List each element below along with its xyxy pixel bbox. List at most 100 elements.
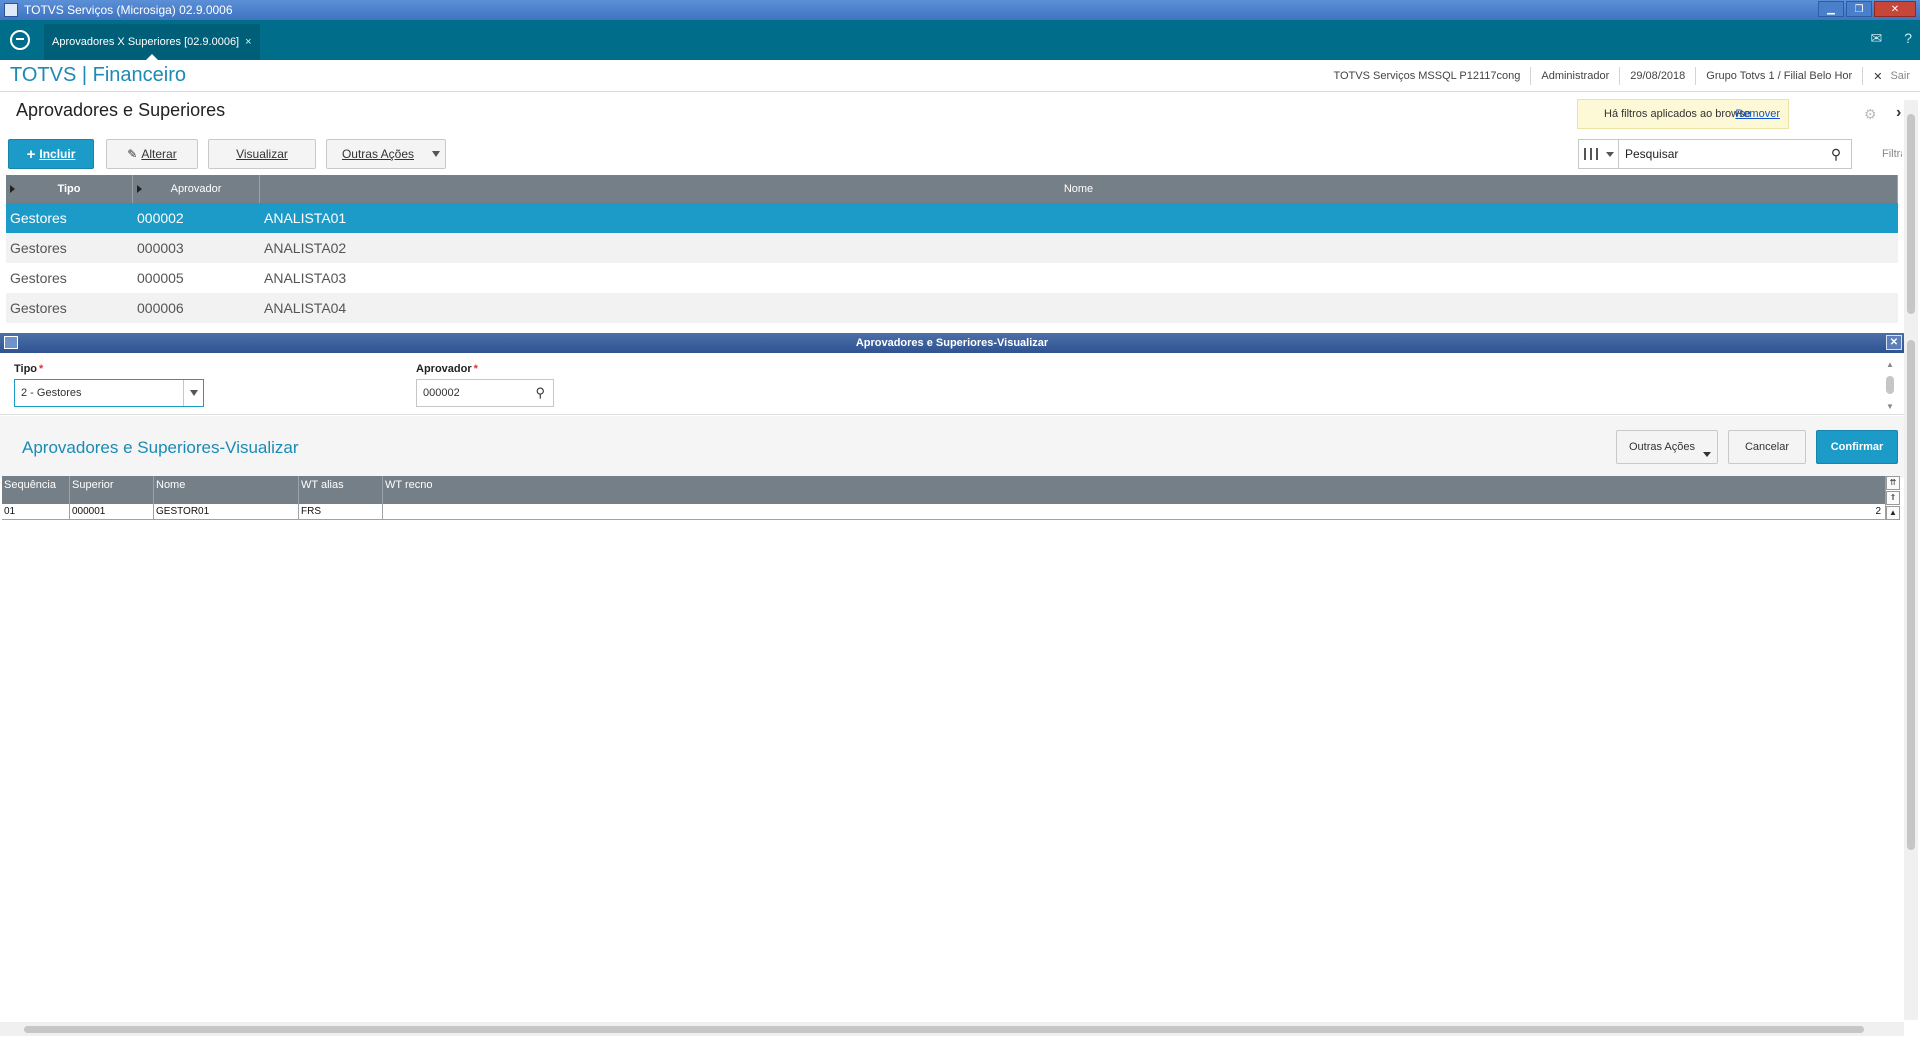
minimize-icon[interactable]: ▁ bbox=[1818, 1, 1844, 17]
cell-nome: ANALISTA03 bbox=[264, 270, 347, 286]
app-header: TOTVS | Financeiro TOTVS Serviços MSSQL … bbox=[0, 60, 1920, 92]
restore-icon[interactable]: ❐ bbox=[1846, 1, 1872, 17]
tipo-select[interactable]: 2 - Gestores bbox=[14, 379, 204, 407]
aprovador-field-value: 000002 bbox=[423, 387, 460, 399]
scroll-down-icon[interactable]: ▼ bbox=[1886, 402, 1894, 411]
app-icon bbox=[4, 3, 18, 17]
page-title: Aprovadores e Superiores bbox=[16, 100, 226, 120]
scroll-up-icon[interactable]: ▲ bbox=[1886, 506, 1900, 520]
exit-label: Sair bbox=[1890, 70, 1910, 82]
cell-aprovador: 000002 bbox=[137, 210, 184, 226]
cell-superior: 000001 bbox=[70, 504, 154, 519]
column-header-aprovador[interactable]: Aprovador bbox=[133, 175, 260, 203]
gear-icon[interactable]: ⚙ bbox=[1864, 106, 1877, 123]
table-row[interactable]: 01 000001 GESTOR01 FRS 2 bbox=[2, 504, 1886, 520]
columns-selector[interactable] bbox=[1579, 140, 1619, 168]
column-header-label: Nome bbox=[1063, 183, 1094, 195]
sort-arrow-icon bbox=[137, 185, 142, 193]
dialog-title-bar: Aprovadores e Superiores-Visualizar ✕ bbox=[0, 333, 1904, 353]
incluir-label: Incluir bbox=[39, 147, 76, 161]
window-icon bbox=[4, 336, 18, 349]
cell-aprovador: 000003 bbox=[137, 240, 184, 256]
column-header-wt-alias[interactable]: WT alias bbox=[299, 476, 383, 504]
dialog-outras-acoes-button[interactable]: Outras Ações bbox=[1616, 430, 1718, 464]
search-input[interactable]: Pesquisar bbox=[1619, 147, 1821, 161]
main-scrollbar[interactable] bbox=[1904, 330, 1918, 1020]
column-bar-icon bbox=[1595, 148, 1598, 160]
scroll-up-icon[interactable]: ▲ bbox=[1886, 360, 1894, 369]
tipo-select-value: 2 - Gestores bbox=[21, 387, 82, 399]
browse-grid: Tipo Aprovador Nome Gestores 000002 ANAL… bbox=[6, 175, 1898, 325]
browse-scrollbar[interactable] bbox=[1904, 100, 1918, 330]
header-info: TOTVS Serviços MSSQL P12117cong Administ… bbox=[1323, 60, 1920, 92]
scroll-thumb[interactable] bbox=[1886, 376, 1894, 394]
caret-down-icon bbox=[432, 151, 440, 157]
tipo-label-text: Tipo bbox=[14, 363, 38, 375]
chevron-down-icon bbox=[189, 390, 198, 396]
chevron-right-icon[interactable]: › bbox=[1896, 104, 1901, 122]
cancelar-label: Cancelar bbox=[1744, 441, 1790, 453]
browse-grid-header: Tipo Aprovador Nome bbox=[6, 175, 1898, 203]
search-icon[interactable]: ⚲ bbox=[1821, 146, 1851, 163]
outras-acoes-button[interactable]: Outras Ações bbox=[326, 139, 446, 169]
help-icon[interactable]: ? bbox=[1904, 30, 1912, 47]
date-info: 29/08/2018 bbox=[1619, 67, 1695, 85]
cell-nome: GESTOR01 bbox=[154, 504, 299, 519]
scroll-thumb[interactable] bbox=[24, 1026, 1864, 1033]
filter-label[interactable]: Filtrar bbox=[1882, 148, 1902, 160]
tipo-label: Tipo * bbox=[14, 363, 43, 375]
alterar-button[interactable]: ✎ Alterar bbox=[106, 139, 198, 169]
aprovador-label-text: Aprovador bbox=[416, 363, 472, 375]
visualizar-label: Visualizar bbox=[236, 147, 288, 161]
incluir-button[interactable]: + Incluir bbox=[8, 139, 94, 169]
mail-icon[interactable]: ✉ bbox=[1870, 30, 1882, 47]
table-row[interactable]: Gestores 000006 ANALISTA04 bbox=[6, 293, 1898, 323]
alterar-label: Alterar bbox=[141, 147, 177, 161]
cell-aprovador: 000005 bbox=[137, 270, 184, 286]
cell-nome: ANALISTA04 bbox=[264, 300, 347, 316]
page-up-icon[interactable]: ⇑ bbox=[1886, 491, 1900, 505]
search-icon[interactable]: ⚲ bbox=[535, 385, 545, 401]
table-row[interactable]: Gestores 000002 ANALISTA01 bbox=[6, 203, 1898, 233]
column-header-label: Aprovador bbox=[170, 183, 222, 195]
aprovador-field[interactable]: 000002 ⚲ bbox=[416, 379, 554, 407]
column-header-tipo[interactable]: Tipo bbox=[6, 175, 133, 203]
dropdown-button[interactable] bbox=[183, 380, 203, 406]
table-row[interactable]: Gestores 000003 ANALISTA02 bbox=[6, 233, 1898, 263]
window-title-bar: TOTVS Serviços (Microsiga) 02.9.0006 ▁ ❐… bbox=[0, 0, 1920, 20]
scroll-thumb[interactable] bbox=[1907, 114, 1915, 314]
exit-button[interactable]: ✕ Sair bbox=[1862, 67, 1920, 85]
column-header-nome[interactable]: Nome bbox=[260, 175, 1898, 203]
dialog-subtitle: Aprovadores e Superiores-Visualizar bbox=[22, 438, 299, 457]
column-header-wt-recno[interactable]: WT recno bbox=[383, 476, 1886, 504]
user-info: Administrador bbox=[1530, 67, 1619, 85]
totvs-logo-icon[interactable] bbox=[10, 30, 30, 50]
column-header-sequencia[interactable]: Sequência bbox=[2, 476, 70, 504]
column-header-superior[interactable]: Superior bbox=[70, 476, 154, 504]
required-mark: * bbox=[39, 363, 44, 375]
horizontal-scrollbar[interactable] bbox=[0, 1022, 1904, 1036]
aprovador-label: Aprovador * bbox=[416, 363, 478, 375]
tab-close-icon[interactable]: × bbox=[245, 36, 251, 48]
filter-notice-text: Há filtros aplicados ao browse bbox=[1604, 108, 1751, 120]
outras-acoes-label: Outras Ações bbox=[1628, 441, 1696, 453]
scroll-top-icon[interactable]: ⇈ bbox=[1886, 476, 1900, 490]
cell-tipo: Gestores bbox=[10, 300, 67, 316]
column-header-nome[interactable]: Nome bbox=[154, 476, 299, 504]
tab-bar: Aprovadores X Superiores [02.9.0006] × ✉… bbox=[0, 20, 1920, 60]
caret-down-icon bbox=[1703, 452, 1711, 457]
form-scrollbar[interactable]: ▲ ▼ bbox=[1884, 358, 1896, 412]
dialog-close-icon[interactable]: ✕ bbox=[1886, 335, 1902, 350]
remove-filter-link[interactable]: Remover bbox=[1735, 108, 1780, 120]
detail-grid: Sequência Superior Nome WT alias WT recn… bbox=[2, 476, 1886, 1022]
cancelar-button[interactable]: Cancelar bbox=[1728, 430, 1806, 464]
table-row[interactable]: Gestores 000005 ANALISTA03 bbox=[6, 263, 1898, 293]
scroll-thumb[interactable] bbox=[1907, 340, 1915, 850]
confirmar-button[interactable]: Confirmar bbox=[1816, 430, 1898, 464]
tab-aprovadores-superiores[interactable]: Aprovadores X Superiores [02.9.0006] × bbox=[44, 24, 260, 60]
dialog-form: Tipo * 2 - Gestores Aprovador * 000002 ⚲ bbox=[0, 353, 1904, 415]
close-icon[interactable]: ✕ bbox=[1874, 1, 1916, 17]
caret-down-icon bbox=[1605, 151, 1614, 157]
detail-grid-header: Sequência Superior Nome WT alias WT recn… bbox=[2, 476, 1886, 504]
visualizar-button[interactable]: Visualizar bbox=[208, 139, 316, 169]
